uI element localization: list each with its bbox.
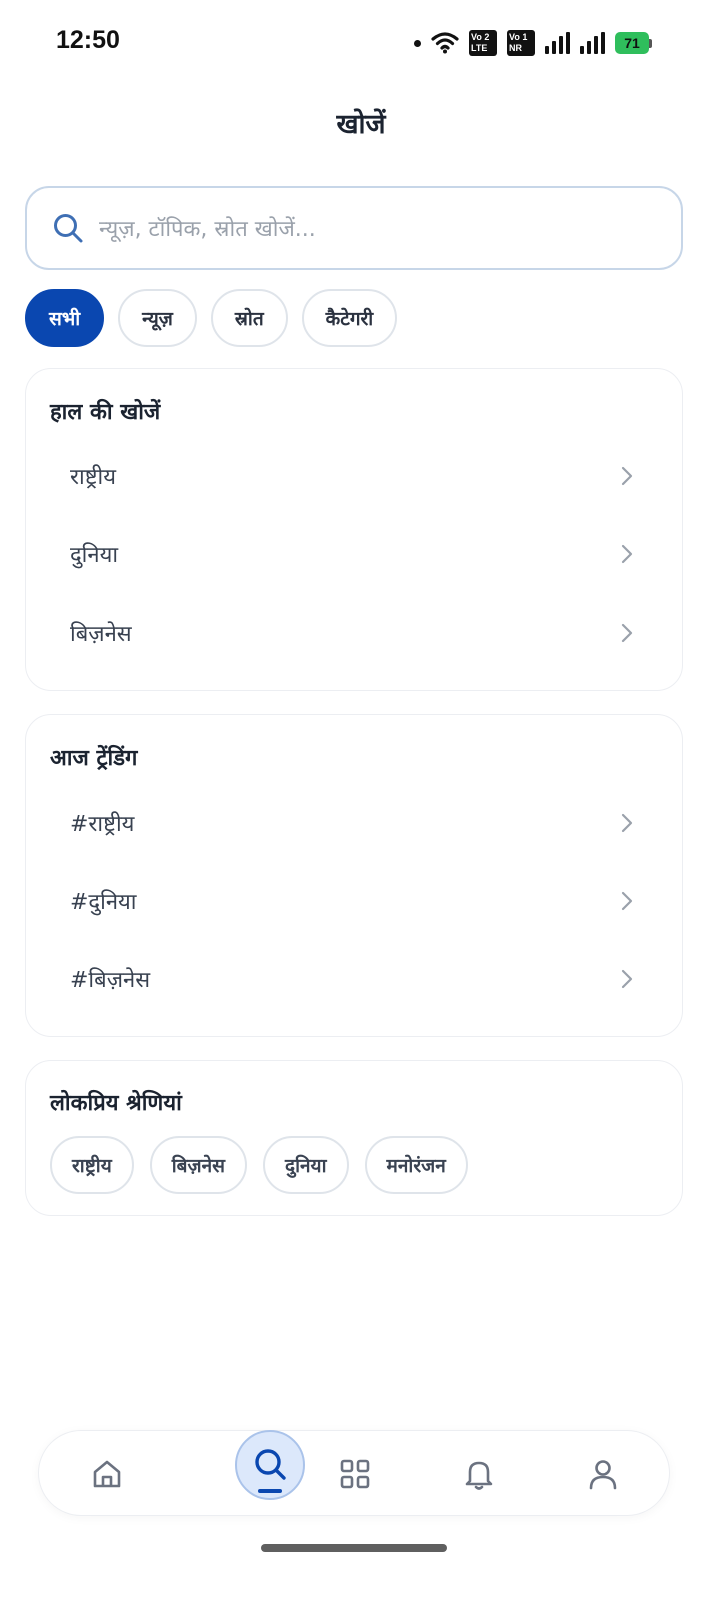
popular-categories-card: लोकप्रिय श्रेणियां राष्ट्रीय बिज़नेस दुन… [25, 1060, 683, 1216]
status-icons: Vo 2 LTE Vo 1 NR 71 [414, 28, 652, 58]
chevron-right-icon [621, 466, 633, 486]
list-item-label: दुनिया [70, 543, 119, 568]
wifi-icon [431, 32, 459, 54]
grid-icon [340, 1459, 370, 1489]
trending-item[interactable]: #बिज़नेस [26, 940, 684, 1018]
chevron-right-icon [621, 544, 633, 564]
search-screen: 12:50 Vo 2 LTE Vo 1 NR 71 खोजें न्यूज़, … [0, 0, 722, 1600]
home-icon [93, 1460, 121, 1488]
signal-icon [580, 32, 605, 54]
battery-level: 71 [615, 32, 649, 54]
category-chip-business[interactable]: बिज़नेस [149, 1136, 247, 1194]
chevron-right-icon [621, 891, 633, 911]
trending-item[interactable]: #राष्ट्रीय [26, 784, 684, 862]
nav-profile[interactable] [563, 1431, 643, 1517]
list-item-label: #बिज़नेस [70, 968, 151, 993]
nav-notifications[interactable] [439, 1431, 519, 1517]
nav-active-underline [258, 1489, 282, 1493]
recent-item[interactable]: राष्ट्रीय [26, 437, 684, 515]
filter-chip-category[interactable]: कैटेगरी [301, 289, 398, 347]
filter-chip-source[interactable]: स्रोत [210, 289, 288, 347]
trending-card: आज ट्रेंडिंग #राष्ट्रीय #दुनिया #बिज़नेस [25, 714, 683, 1037]
chevron-right-icon [621, 813, 633, 833]
battery-charging-icon: 71 [615, 32, 652, 54]
nav-search[interactable] [230, 1421, 310, 1507]
search-input[interactable] [99, 206, 659, 252]
search-icon [255, 1449, 286, 1480]
list-item-label: राष्ट्रीय [70, 465, 117, 490]
category-chip-world[interactable]: दुनिया [263, 1136, 349, 1194]
nav-home[interactable] [67, 1431, 147, 1517]
nav-categories[interactable] [315, 1431, 395, 1517]
user-icon [589, 1460, 617, 1490]
trending-item[interactable]: #दुनिया [26, 862, 684, 940]
list-item-label: #दुनिया [70, 890, 137, 915]
bell-icon [465, 1461, 493, 1490]
home-indicator[interactable] [261, 1544, 447, 1552]
category-chip-national[interactable]: राष्ट्रीय [50, 1136, 134, 1194]
chevron-right-icon [621, 623, 633, 643]
status-time: 12:50 [56, 26, 120, 54]
filter-chip-all[interactable]: सभी [25, 289, 105, 347]
category-chip-entertainment[interactable]: मनोरंजन [364, 1136, 468, 1194]
search-icon [54, 214, 83, 243]
chevron-right-icon [621, 969, 633, 989]
recent-searches-card: हाल की खोजें राष्ट्रीय दुनिया बिज़नेस [25, 368, 683, 691]
list-item-label: बिज़नेस [70, 622, 132, 647]
recent-item[interactable]: बिज़नेस [26, 594, 684, 672]
page-title: खोजें [336, 109, 386, 140]
bottom-nav [38, 1430, 670, 1516]
recent-searches-title: हाल की खोजें [50, 400, 161, 425]
category-chips: राष्ट्रीय बिज़नेस दुनिया मनोरंजन [50, 1136, 468, 1194]
sim-icon: Vo 2 LTE [469, 30, 497, 56]
filter-chips: सभी न्यूज़ स्रोत कैटेगरी [25, 289, 398, 347]
search-box[interactable] [25, 186, 683, 270]
recent-item[interactable]: दुनिया [26, 515, 684, 593]
list-item-label: #राष्ट्रीय [70, 812, 135, 837]
sim-icon: Vo 1 NR [507, 30, 535, 56]
filter-chip-news[interactable]: न्यूज़ [118, 289, 197, 347]
status-bar: 12:50 Vo 2 LTE Vo 1 NR 71 [0, 0, 722, 80]
signal-icon [545, 32, 570, 54]
trending-title: आज ट्रेंडिंग [50, 746, 138, 771]
dot-icon [414, 39, 421, 47]
popular-categories-title: लोकप्रिय श्रेणियां [50, 1091, 182, 1116]
